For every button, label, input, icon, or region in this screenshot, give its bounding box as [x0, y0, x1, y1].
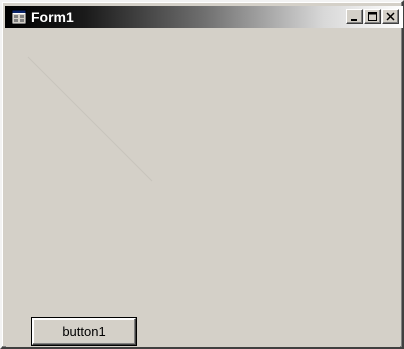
diagonal-line-drawing: [27, 56, 153, 182]
window-controls: [346, 9, 399, 24]
form-client-area[interactable]: button1: [6, 33, 400, 347]
minimize-icon: [350, 12, 359, 21]
window-title: Form1: [31, 9, 74, 25]
button1-button[interactable]: button1: [32, 318, 136, 345]
diagonal-line: [27, 56, 153, 182]
title-bar[interactable]: Form1: [5, 6, 403, 28]
maximize-button[interactable]: [364, 9, 381, 24]
application-icon[interactable]: [11, 9, 27, 25]
form-window: Form1 button1: [0, 0, 404, 349]
close-button[interactable]: [382, 9, 399, 24]
minimize-button[interactable]: [346, 9, 363, 24]
maximize-icon: [368, 12, 377, 21]
close-icon: [386, 12, 395, 21]
